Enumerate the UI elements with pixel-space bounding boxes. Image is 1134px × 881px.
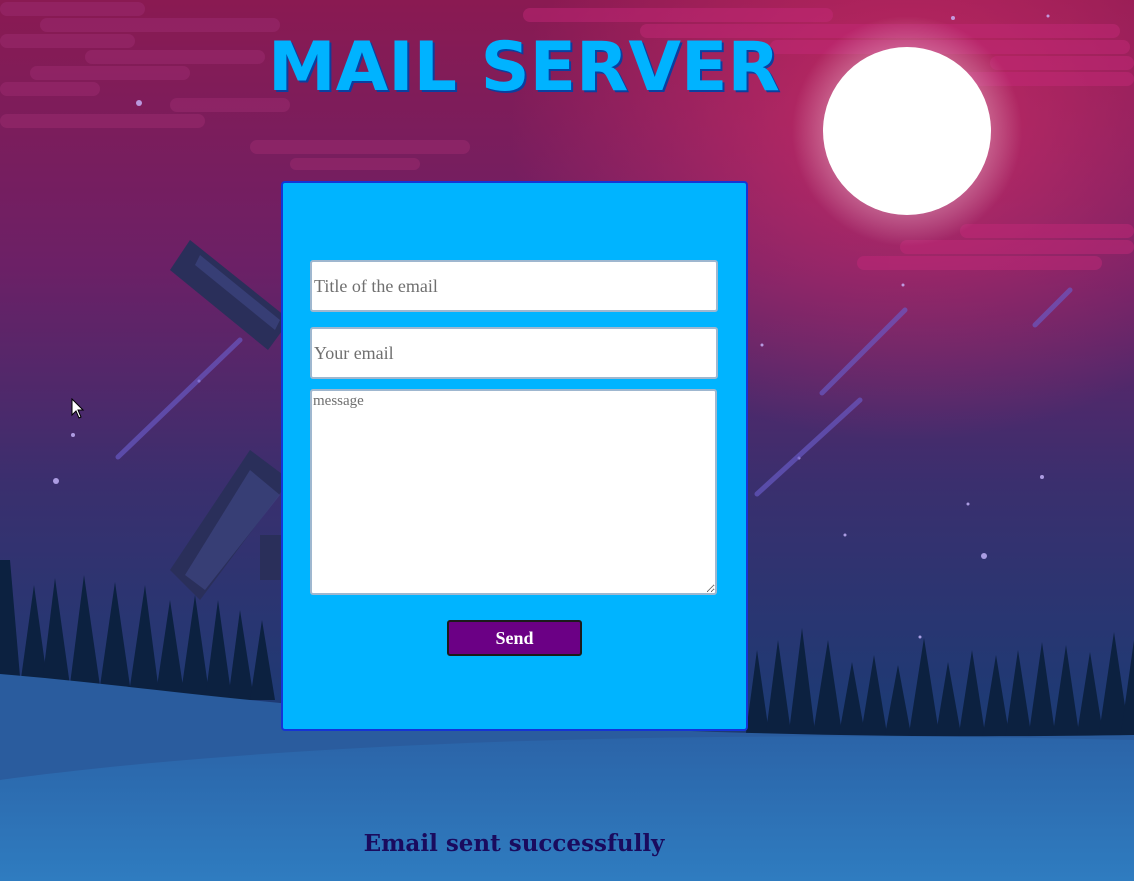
message-textarea[interactable] (310, 389, 717, 595)
status-message: Email sent successfully (363, 830, 665, 857)
email-title-input[interactable] (310, 260, 718, 312)
email-address-input[interactable] (310, 327, 718, 379)
send-button[interactable]: Send (447, 620, 582, 656)
email-form-card: Send (281, 181, 748, 731)
page-title: MAIL SERVER (268, 28, 780, 107)
mouse-pointer-icon (71, 398, 85, 419)
